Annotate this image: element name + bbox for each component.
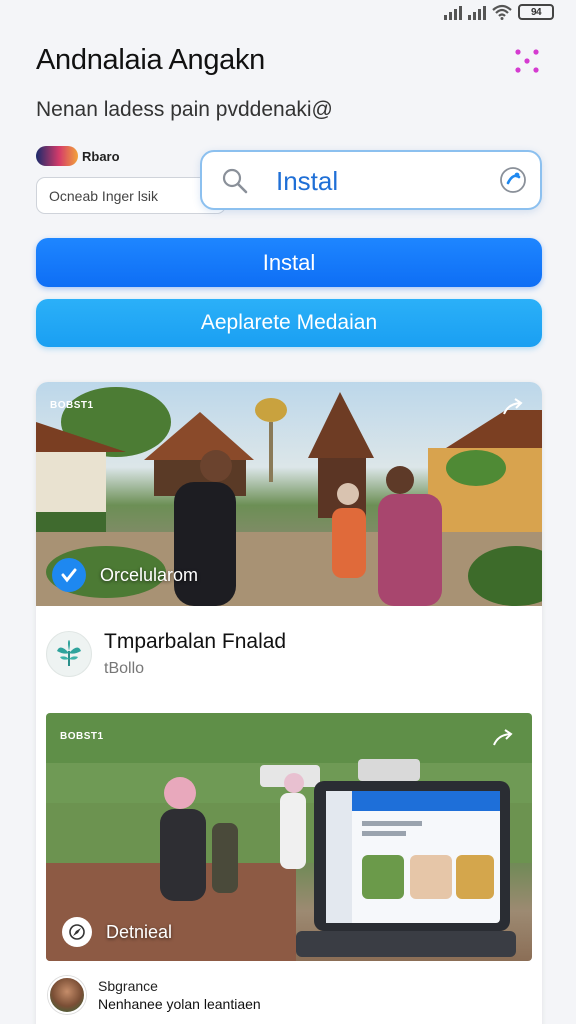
brand-name: Rbaro (82, 148, 120, 164)
leaf-logo-icon (57, 640, 81, 666)
user-text: Sbgrance Nenhanee yolan leantiaen (98, 978, 261, 1012)
search-input[interactable]: Instal (276, 166, 338, 197)
user-description: Nenhanee yolan leantiaen (98, 996, 261, 1012)
feed-photo-laptop[interactable]: BOBST1 Detnieal (46, 713, 532, 961)
feed-card: BOBST1 Orcelularom Tmparbalan Fnalad tBo… (36, 382, 542, 1024)
photo-tag-2: BOBST1 (60, 731, 104, 742)
user-name: Sbgrance (98, 978, 158, 994)
search-icon (222, 168, 248, 194)
wifi-icon (492, 4, 512, 20)
signal-icon-secondary (468, 6, 486, 20)
post-avatar (46, 631, 92, 677)
feed-photo-village[interactable]: BOBST1 Orcelularom (36, 382, 542, 606)
page-subtitle: Nenan ladess pain pvddenaki@ (36, 98, 333, 121)
status-bar: 94 (0, 0, 576, 28)
brand-row: Rbaro (36, 146, 120, 166)
share-arrow-icon[interactable] (502, 398, 524, 418)
battery-icon: 94 (518, 4, 554, 20)
photo-caption: Orcelularom (52, 558, 198, 592)
dots-grid-icon[interactable] (512, 46, 542, 76)
photo-tag: BOBST1 (50, 400, 94, 411)
search-box[interactable]: Instal (200, 150, 542, 210)
secondary-action-button[interactable]: Aeplarete Medaian (36, 299, 542, 347)
battery-label: 94 (530, 6, 542, 18)
check-icon (52, 558, 86, 592)
laptop-screen (296, 781, 516, 957)
secondary-input[interactable]: Ocneab Inger lsik (36, 177, 226, 214)
post-text: Tmparbalan Fnalad tBollo (104, 630, 286, 678)
signal-icon (444, 6, 462, 20)
avatar (48, 976, 86, 1014)
install-button[interactable]: Instal (36, 238, 542, 287)
compass-icon (62, 917, 92, 947)
brand-logo (36, 146, 78, 166)
mic-icon[interactable] (498, 165, 528, 195)
post-title: Tmparbalan Fnalad (104, 630, 287, 653)
share-arrow-icon-2[interactable] (492, 729, 514, 749)
photo-caption-text: Orcelularom (100, 564, 199, 585)
post-subtitle: tBollo (104, 660, 145, 677)
user-item[interactable]: Sbgrance Nenhanee yolan leantiaen (48, 976, 261, 1014)
app-title: Andnalaia Angakn (36, 44, 266, 76)
status-icons: 94 (444, 4, 554, 20)
secondary-input-value: Ocneab Inger lsik (49, 187, 158, 204)
photo-caption-text-2: Detnieal (106, 921, 173, 942)
post-item[interactable]: Tmparbalan Fnalad tBollo (46, 630, 286, 678)
photo-caption-2: Detnieal (62, 917, 172, 947)
